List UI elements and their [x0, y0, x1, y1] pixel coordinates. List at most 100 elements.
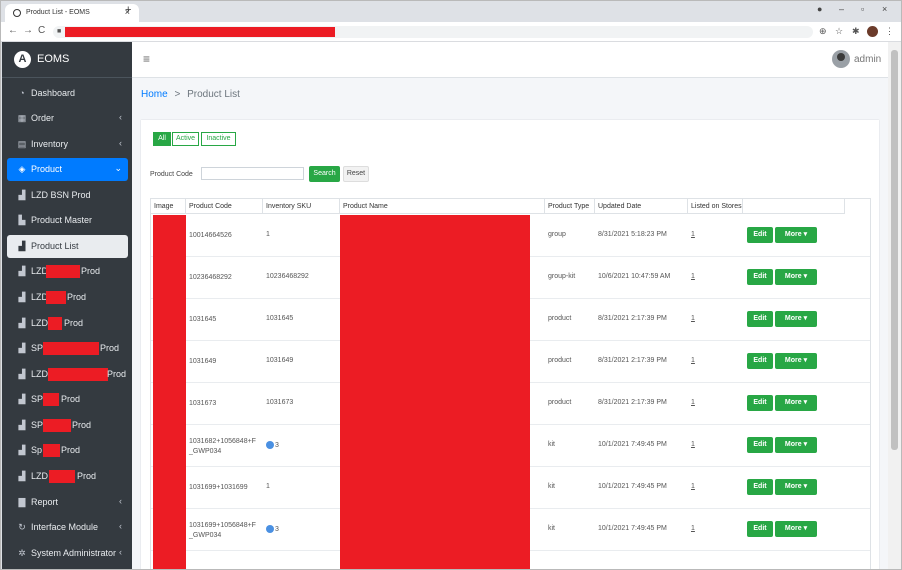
listed-on-stores-link[interactable]: 1 [691, 441, 695, 448]
sidebar-item-product-list[interactable]: ▟ Product List [7, 235, 128, 258]
sidebar-item-dashboard[interactable]: ◔ Dashboard [7, 82, 128, 105]
breadcrumb-home-link[interactable]: Home [141, 89, 168, 100]
boxes-icon: ▟ [18, 190, 26, 200]
user-name[interactable]: admin [854, 54, 881, 65]
scrollbar-thumb[interactable] [891, 50, 898, 450]
zoom-icon[interactable]: ⊕ [819, 26, 827, 37]
sidebar-item-lzd-prod-3[interactable]: ▟ LZD Prod [7, 312, 128, 335]
bookmark-star-icon[interactable]: ☆ [835, 26, 843, 37]
user-avatar[interactable] [832, 50, 850, 68]
sidebar-item-sp-prod-1[interactable]: ▟ SP Prod [7, 337, 128, 360]
column-header-listed-on-stores: Listed on Stores [688, 199, 743, 214]
inventory-sku-cell: 3 [266, 441, 279, 449]
sidebar-item-label: LZD BSN Prod [31, 190, 91, 200]
product-type-cell: product [548, 399, 572, 406]
master-icon: ▙ [18, 215, 26, 225]
record-icon[interactable]: ● [817, 4, 822, 14]
product-code-cell: 1031699+1056848+F_GWP034 [189, 522, 256, 539]
more-dropdown-button[interactable]: More ▾ [775, 395, 817, 411]
sidebar-item-inventory[interactable]: ▤ Inventory ‹ [7, 133, 128, 156]
new-tab-icon[interactable]: + [125, 4, 131, 16]
brand-logo-icon: A [14, 51, 31, 68]
sidebar-item-product[interactable]: ◈ Product ⌄ [7, 158, 128, 181]
forward-icon[interactable]: → [23, 25, 33, 36]
filter-active-button[interactable]: Active [172, 132, 199, 146]
sidebar-item-system-administrator[interactable]: ✲ System Administrator ‹ [7, 542, 128, 565]
listed-on-stores-link[interactable]: 1 [691, 231, 695, 238]
updated-date-cell: 8/31/2021 2:17:39 PM [598, 357, 667, 364]
sidebar-item-product-master[interactable]: ▙ Product Master [7, 209, 128, 232]
extensions-icon[interactable]: ✱ [852, 26, 860, 37]
sidebar-item-sp-prod-3[interactable]: ▟ SP Prod [7, 414, 128, 437]
more-dropdown-button[interactable]: More ▾ [775, 269, 817, 285]
cogs-icon: ✲ [18, 548, 26, 558]
sidebar-item-report[interactable]: ▇ Report ‹ [7, 491, 128, 514]
profile-avatar[interactable] [867, 26, 878, 37]
redacted-text [43, 393, 59, 406]
sidebar-item-lzd-bsn-prod[interactable]: ▟ LZD BSN Prod [7, 184, 128, 207]
edit-button[interactable]: Edit [747, 395, 773, 411]
sidebar-item-lzd-prod-4[interactable]: ▟ LZD Prod [7, 363, 128, 386]
listed-on-stores-link[interactable]: 1 [691, 399, 695, 406]
browser-window: Product List - EOMS × + ● – ▫ × ← → C ■ … [0, 0, 902, 570]
boxes-icon: ▟ [18, 369, 26, 379]
boxes-icon: ▟ [18, 394, 26, 404]
filter-all-button[interactable]: All [153, 132, 171, 146]
sidebar-item-suffix: Prod [61, 394, 81, 404]
edit-button[interactable]: Edit [747, 479, 773, 495]
hamburger-menu-icon[interactable]: ≡ [143, 52, 150, 66]
edit-button[interactable]: Edit [747, 353, 773, 369]
sidebar-item-label: Inventory [31, 139, 69, 149]
boxes-icon: ▟ [18, 420, 26, 430]
brand[interactable]: A EOMS [2, 42, 132, 78]
sidebar-item-lzd-prod-5[interactable]: ▟ LZD Prod [7, 465, 128, 488]
back-icon[interactable]: ← [8, 25, 18, 36]
sidebar-item-order[interactable]: ▦ Order ‹ [7, 107, 128, 130]
listed-on-stores-link[interactable]: 1 [691, 483, 695, 490]
more-dropdown-button[interactable]: More ▾ [775, 437, 817, 453]
product-code-cell: 1031699+1031699 [189, 484, 248, 491]
minimize-icon[interactable]: – [839, 4, 844, 14]
maximize-icon[interactable]: ▫ [861, 4, 864, 14]
updated-date-cell: 10/6/2021 10:47:59 AM [598, 273, 671, 280]
search-button[interactable]: Search [309, 166, 340, 182]
browser-menu-icon[interactable]: ⋮ [885, 26, 894, 37]
main-content: ≡ admin Home > Product List All Active I… [132, 42, 888, 569]
more-dropdown-button[interactable]: More ▾ [775, 353, 817, 369]
more-dropdown-button[interactable]: More ▾ [775, 311, 817, 327]
listed-on-stores-link[interactable]: 1 [691, 357, 695, 364]
reload-icon[interactable]: C [38, 25, 45, 36]
sidebar-item-sp-prod-4[interactable]: ▟ Sp Prod [7, 439, 128, 462]
updated-date-cell: 10/1/2021 7:49:45 PM [598, 483, 667, 490]
edit-button[interactable]: Edit [747, 269, 773, 285]
sidebar-item-lzd-prod-1[interactable]: ▟ LZD Prod [7, 260, 128, 283]
listed-on-stores-link[interactable]: 1 [691, 273, 695, 280]
reset-button[interactable]: Reset [343, 166, 369, 182]
product-type-cell: kit [548, 483, 555, 490]
breadcrumb-separator: > [174, 89, 181, 100]
sidebar-item-suffix: Prod [77, 471, 97, 481]
sidebar-item-interface-module[interactable]: ↻ Interface Module ‹ [7, 516, 128, 539]
filter-inactive-button[interactable]: Inactive [201, 132, 236, 146]
more-dropdown-button[interactable]: More ▾ [775, 227, 817, 243]
inventory-sku-cell: 1 [266, 483, 270, 490]
close-window-icon[interactable]: × [882, 4, 887, 14]
edit-button[interactable]: Edit [747, 311, 773, 327]
product-code-cell: 1031673 [189, 400, 217, 407]
edit-button[interactable]: Edit [747, 227, 773, 243]
browser-tab[interactable]: Product List - EOMS × [5, 4, 139, 22]
address-bar[interactable]: ■ [53, 26, 813, 38]
sidebar-item-sp-prod-2[interactable]: ▟ SP Prod [7, 388, 128, 411]
product-code-input[interactable] [201, 167, 304, 180]
listed-on-stores-link[interactable]: 1 [691, 525, 695, 532]
sidebar-item-lzd-prod-2[interactable]: ▟ LZD Prod [7, 286, 128, 309]
updated-date-cell: 8/31/2021 2:17:39 PM [598, 399, 667, 406]
edit-button[interactable]: Edit [747, 437, 773, 453]
more-dropdown-button[interactable]: More ▾ [775, 521, 817, 537]
listed-on-stores-link[interactable]: 1 [691, 315, 695, 322]
boxes-icon: ▟ [18, 318, 26, 328]
inventory-sku-value: 1031673 [266, 399, 294, 406]
page-scrollbar[interactable] [888, 42, 901, 569]
edit-button[interactable]: Edit [747, 521, 773, 537]
more-dropdown-button[interactable]: More ▾ [775, 479, 817, 495]
